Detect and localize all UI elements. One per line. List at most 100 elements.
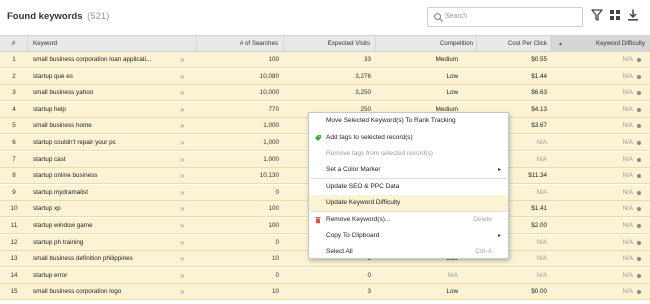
grid-icon[interactable] <box>608 8 622 22</box>
column-header-cpc[interactable]: Cost Per Click <box>477 36 551 52</box>
download-icon[interactable] <box>626 8 640 22</box>
row-index: 6 <box>12 139 16 146</box>
searches-cell: 10,080 <box>259 72 279 80</box>
column-header-competition[interactable]: Competition <box>376 36 477 52</box>
context-menu: Move Selected Keyword(s) To Rank Trackin… <box>308 112 509 259</box>
page-title: Found keywords (521) <box>7 11 109 22</box>
cpc-cell: N/A <box>536 271 548 279</box>
keyword-cell: small business corporation logo <box>33 288 122 296</box>
keyword-cell: startup que es <box>33 72 73 80</box>
visits-cell: 3 <box>367 288 371 296</box>
visits-cell: 33 <box>363 56 371 63</box>
table-row[interactable]: 2 startup que es » 10,080 3,276 Low $1.44 N/A <box>0 68 650 85</box>
status-dot-icon <box>637 74 641 79</box>
table-row[interactable]: 3 small business yahoo » 10,000 3,250 Low $6.6… <box>0 85 650 102</box>
competition-cell: N/A <box>447 271 459 279</box>
expand-chevron-icon[interactable]: » <box>180 284 184 300</box>
status-dot-icon <box>637 240 641 245</box>
competition-cell: Medium <box>435 56 458 63</box>
cpc-cell: $6.63 <box>531 89 547 97</box>
expand-chevron-icon[interactable]: » <box>180 135 184 151</box>
status-dot-icon <box>637 107 641 112</box>
expand-chevron-icon[interactable]: » <box>180 118 184 134</box>
visits-cell: 3,250 <box>355 89 371 97</box>
status-dot-icon <box>637 157 641 162</box>
menu-item[interactable]: Add tags to selected record(s) <box>309 130 508 146</box>
keyword-cell: startup xp <box>33 205 61 213</box>
menu-item[interactable]: Set a Color Marker ▸ <box>309 162 508 178</box>
expand-chevron-icon[interactable]: » <box>180 251 184 267</box>
row-index: 15 <box>10 288 18 296</box>
menu-item[interactable]: Move Selected Keyword(s) To Rank Trackin… <box>309 113 508 129</box>
menu-item[interactable]: Remove Keyword(s)... Delete <box>309 212 508 228</box>
table-row[interactable]: 14 startup error » 0 0 N/A N/A N/A <box>0 267 650 284</box>
table-row[interactable]: 15 small business corporation logo » 10 3 Low… <box>0 284 650 301</box>
difficulty-cell: N/A <box>622 172 634 180</box>
expand-chevron-icon[interactable]: » <box>180 85 184 101</box>
searches-cell: 10 <box>271 288 279 296</box>
menu-item-label: Update Keyword Difficulty <box>326 199 401 206</box>
searches-cell: 1,000 <box>263 139 279 146</box>
keyword-cell: startup online business <box>33 172 98 180</box>
row-index: 11 <box>10 222 18 229</box>
keyword-cell: startup error <box>33 271 68 279</box>
searches-cell: 10 <box>271 255 279 263</box>
expand-chevron-icon[interactable]: » <box>180 69 184 85</box>
competition-cell: Low <box>446 89 458 97</box>
keyword-count: (521) <box>87 11 110 22</box>
difficulty-cell: N/A <box>622 105 634 113</box>
menu-item-label: Select All <box>326 248 353 255</box>
expand-chevron-icon[interactable]: » <box>180 268 184 284</box>
menu-item[interactable]: Update SEO & PPC Data <box>309 179 508 195</box>
expand-chevron-icon[interactable]: » <box>180 235 184 251</box>
difficulty-cell: N/A <box>622 155 634 163</box>
expand-chevron-icon[interactable]: » <box>180 218 184 234</box>
row-index: 14 <box>10 271 18 279</box>
filter-icon[interactable] <box>590 8 604 22</box>
menu-item[interactable]: Select All Ctrl-A <box>309 244 508 260</box>
visits-cell: 0 <box>367 271 371 279</box>
column-header-visits[interactable]: Expected Visits <box>284 36 376 52</box>
difficulty-cell: N/A <box>622 72 634 80</box>
searches-cell: 10,000 <box>259 89 279 97</box>
table-row[interactable]: 1 small business corporation loan applica… <box>0 52 650 68</box>
competition-cell: Low <box>446 288 458 296</box>
column-header-difficulty[interactable]: ▲ Keyword Difficulty <box>551 36 650 52</box>
menu-item-label: Update SEO & PPC Data <box>326 183 400 190</box>
keyword-cell: startup ph training <box>33 238 84 246</box>
row-index: 1 <box>12 56 16 63</box>
menu-item-label: Move Selected Keyword(s) To Rank Trackin… <box>326 117 456 124</box>
menu-item[interactable]: Copy To Clipboard ▸ <box>309 228 508 244</box>
submenu-arrow-icon: ▸ <box>497 233 501 239</box>
column-header-keyword[interactable]: Keyword <box>28 36 197 52</box>
row-index: 12 <box>10 238 18 246</box>
difficulty-cell: N/A <box>622 56 634 63</box>
expand-chevron-icon[interactable]: » <box>180 185 184 201</box>
difficulty-cell: N/A <box>622 205 634 213</box>
difficulty-cell: N/A <box>622 188 634 196</box>
keyword-cell: startup mydramalist <box>33 188 88 196</box>
menu-item[interactable]: Update Keyword Difficulty <box>309 195 508 211</box>
difficulty-cell: N/A <box>622 222 634 229</box>
searches-cell: 100 <box>268 205 279 213</box>
trash-icon <box>315 217 321 224</box>
column-header-searches[interactable]: # of Searches <box>197 36 284 52</box>
table-header: # Keyword # of Searches Expected Visits … <box>0 35 650 52</box>
row-index: 3 <box>12 89 16 97</box>
search-icon <box>434 13 444 23</box>
searches-cell: 0 <box>275 188 279 196</box>
keyword-cell: startup help <box>33 105 66 113</box>
expand-chevron-icon[interactable]: » <box>180 168 184 184</box>
expand-chevron-icon[interactable]: » <box>180 201 184 217</box>
expand-chevron-icon[interactable]: » <box>180 52 184 68</box>
competition-cell: Low <box>446 72 458 80</box>
difficulty-cell: N/A <box>622 271 634 279</box>
row-index: 2 <box>12 72 16 80</box>
column-header-index[interactable]: # <box>0 36 28 52</box>
expand-chevron-icon[interactable]: » <box>180 102 184 118</box>
expand-chevron-icon[interactable]: » <box>180 152 184 168</box>
search-input[interactable]: Search <box>427 7 583 27</box>
visits-cell: 3,276 <box>355 72 371 80</box>
status-dot-icon <box>637 190 641 195</box>
status-dot-icon <box>637 257 641 262</box>
